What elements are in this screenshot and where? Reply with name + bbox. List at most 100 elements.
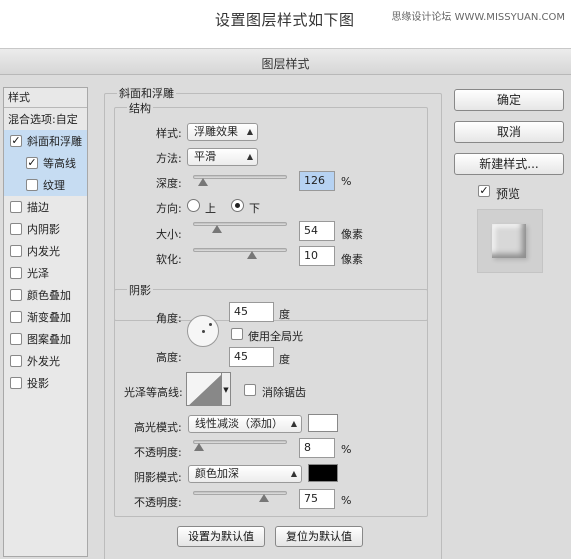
- direction-down-label: 下: [249, 202, 260, 215]
- layer-style-dialog: 图层样式 样式 混合选项:自定 ✓ 斜面和浮雕 ✓ 等高线 纹理 描边 内阴影 内发光 光泽 颜色叠…: [0, 48, 571, 559]
- checkmark-icon: ✓: [11, 134, 21, 147]
- angle-dial-icon[interactable]: [187, 315, 219, 347]
- shadow-opacity-track[interactable]: [193, 491, 287, 495]
- direction-label: 方向:: [156, 202, 182, 215]
- ok-button[interactable]: 确定: [454, 89, 564, 111]
- highlight-opacity-input[interactable]: 8: [299, 438, 335, 458]
- styles-list-header: 样式: [4, 88, 87, 108]
- method-select-value: 平滑: [194, 150, 216, 163]
- reset-default-button[interactable]: 复位为默认值: [275, 526, 363, 547]
- direction-up-label: 上: [205, 202, 216, 215]
- style-item[interactable]: 内阴影: [4, 218, 87, 240]
- shadow-mode-select[interactable]: 颜色加深 ▲: [188, 465, 302, 483]
- dialog-title: 图层样式: [261, 57, 310, 71]
- method-select[interactable]: 平滑 ▲: [187, 148, 258, 166]
- style-item-checkbox[interactable]: [10, 267, 22, 279]
- size-label: 大小:: [156, 228, 182, 241]
- make-default-button[interactable]: 设置为默认值: [177, 526, 265, 547]
- styles-list: 样式 混合选项:自定 ✓ 斜面和浮雕 ✓ 等高线 纹理描边内阴影内发光光泽颜色叠加渐变叠加…: [3, 87, 88, 557]
- altitude-unit: 度: [279, 353, 290, 366]
- style-select[interactable]: 浮雕效果 ▲: [187, 123, 258, 141]
- style-item-label: 内阴影: [27, 223, 60, 236]
- style-label: 样式:: [156, 127, 182, 140]
- altitude-input[interactable]: 45: [229, 347, 274, 367]
- dropdown-arrow-icon: ▲: [290, 469, 297, 478]
- new-style-button[interactable]: 新建样式...: [454, 153, 564, 175]
- style-item-checkbox[interactable]: [10, 245, 22, 257]
- soften-input[interactable]: 10: [299, 246, 335, 266]
- style-item[interactable]: 渐变叠加: [4, 306, 87, 328]
- style-item[interactable]: 外发光: [4, 350, 87, 372]
- style-item-label: 描边: [27, 201, 49, 214]
- style-item-checkbox[interactable]: [10, 289, 22, 301]
- depth-label: 深度:: [156, 177, 182, 190]
- depth-input[interactable]: 126: [299, 171, 335, 191]
- soften-unit: 像素: [341, 253, 363, 266]
- caption-title: 设置图层样式如下图: [215, 11, 355, 29]
- global-light-checkbox[interactable]: [231, 328, 243, 340]
- shadow-color-swatch[interactable]: [308, 464, 338, 482]
- size-slider-track[interactable]: [193, 222, 287, 226]
- angle-input[interactable]: 45: [229, 302, 274, 322]
- contour-icon[interactable]: [186, 372, 222, 406]
- style-item[interactable]: ✓ 斜面和浮雕: [4, 130, 87, 152]
- direction-up-radio[interactable]: [187, 199, 200, 212]
- style-item[interactable]: 投影: [4, 372, 87, 394]
- shadow-opacity-input[interactable]: 75: [299, 489, 335, 509]
- style-item[interactable]: ✓ 等高线: [4, 152, 87, 174]
- style-item-checkbox[interactable]: [10, 201, 22, 213]
- highlight-mode-value: 线性减淡（添加）: [195, 417, 283, 430]
- style-item-checkbox[interactable]: [10, 377, 22, 389]
- style-item-label: 渐变叠加: [27, 311, 71, 324]
- direction-down-radio[interactable]: [231, 199, 244, 212]
- style-item[interactable]: 光泽: [4, 262, 87, 284]
- soften-slider-track[interactable]: [193, 248, 287, 252]
- soften-label: 软化:: [156, 253, 182, 266]
- highlight-opacity-track[interactable]: [193, 440, 287, 444]
- style-item-label: 混合选项:自定: [8, 113, 78, 126]
- preview-checkbox[interactable]: ✓: [478, 185, 490, 197]
- global-light-label: 使用全局光: [248, 330, 303, 343]
- shadow-opacity-label: 不透明度:: [134, 496, 182, 509]
- highlight-color-swatch[interactable]: [308, 414, 338, 432]
- highlight-mode-select[interactable]: 线性减淡（添加） ▲: [188, 415, 302, 433]
- style-item-checkbox[interactable]: [10, 311, 22, 323]
- style-item[interactable]: 颜色叠加: [4, 284, 87, 306]
- style-item-label: 光泽: [27, 267, 49, 280]
- cancel-button[interactable]: 取消: [454, 121, 564, 143]
- style-item-checkbox[interactable]: ✓: [26, 157, 38, 169]
- style-item-checkbox[interactable]: [26, 179, 38, 191]
- shadow-mode-label: 阴影模式:: [134, 471, 182, 484]
- method-label: 方法:: [156, 152, 182, 165]
- bevel-emboss-title: 斜面和浮雕: [117, 85, 176, 101]
- dropdown-arrow-icon: ▲: [290, 419, 297, 428]
- preview-thumbnail: [477, 209, 543, 273]
- style-item-label: 图案叠加: [27, 333, 71, 346]
- shadow-mode-value: 颜色加深: [195, 467, 239, 480]
- style-item[interactable]: 内发光: [4, 240, 87, 262]
- style-item[interactable]: 纹理: [4, 174, 87, 196]
- shadow-opacity-unit: %: [341, 494, 352, 507]
- depth-slider-thumb[interactable]: [198, 178, 208, 186]
- style-item-checkbox[interactable]: ✓: [10, 135, 22, 147]
- style-item[interactable]: 混合选项:自定: [4, 108, 87, 130]
- contour-dropdown-arrow-icon[interactable]: ▼: [222, 372, 231, 406]
- style-item[interactable]: 图案叠加: [4, 328, 87, 350]
- highlight-opacity-label: 不透明度:: [134, 446, 182, 459]
- style-item-checkbox[interactable]: [10, 355, 22, 367]
- highlight-mode-label: 高光模式:: [134, 421, 182, 434]
- shadow-opacity-thumb[interactable]: [259, 494, 269, 502]
- size-unit: 像素: [341, 228, 363, 241]
- style-item-checkbox[interactable]: [10, 333, 22, 345]
- altitude-label: 高度:: [156, 351, 182, 364]
- structure-title: 结构: [127, 100, 153, 116]
- size-slider-thumb[interactable]: [212, 225, 222, 233]
- style-item-checkbox[interactable]: [10, 223, 22, 235]
- soften-slider-thumb[interactable]: [247, 251, 257, 259]
- highlight-opacity-thumb[interactable]: [194, 443, 204, 451]
- size-input[interactable]: 54: [299, 221, 335, 241]
- anti-alias-checkbox[interactable]: [244, 384, 256, 396]
- dialog-titlebar[interactable]: 图层样式: [0, 49, 571, 75]
- caption-bar: 设置图层样式如下图 思缘设计论坛 WWW.MISSYUAN.COM: [0, 0, 571, 48]
- style-item[interactable]: 描边: [4, 196, 87, 218]
